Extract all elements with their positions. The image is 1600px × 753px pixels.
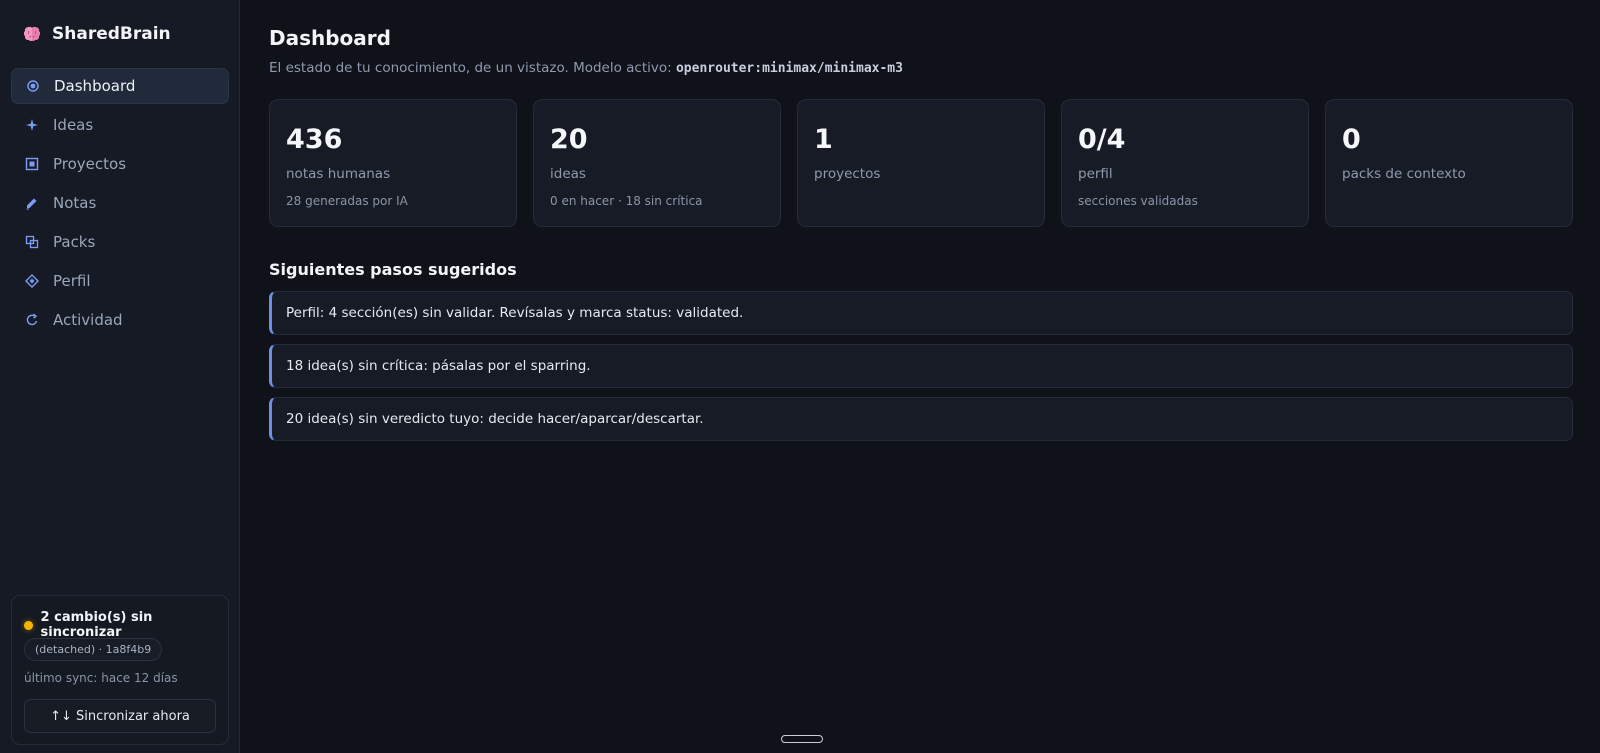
- subtitle-text: El estado de tu conocimiento, de un vist…: [269, 60, 676, 76]
- sync-panel: 2 cambio(s) sin sincronizar (detached) ·…: [11, 595, 229, 745]
- stat-card-proyectos[interactable]: 1 proyectos: [797, 99, 1045, 227]
- stat-value: 0/4: [1078, 124, 1126, 155]
- stat-value: 0: [1342, 124, 1361, 155]
- stat-label: proyectos: [814, 166, 881, 182]
- brand[interactable]: SharedBrain: [22, 22, 171, 46]
- sidebar-item-label: Proyectos: [53, 155, 127, 173]
- stat-card-perfil[interactable]: 0/4 perfil secciones validadas: [1061, 99, 1309, 227]
- next-step-item[interactable]: 18 idea(s) sin crítica: pásalas por el s…: [269, 344, 1573, 388]
- last-sync-text: último sync: hace 12 días: [24, 671, 178, 685]
- app-name: SharedBrain: [52, 24, 171, 44]
- sync-status-dot: [24, 620, 33, 630]
- sync-status-text: 2 cambio(s) sin sincronizar: [40, 610, 153, 640]
- sidebar-item-label: Packs: [53, 233, 96, 251]
- pencil-icon: [25, 196, 39, 210]
- sidebar-item-label: Actividad: [53, 311, 123, 329]
- packs-icon: [25, 235, 39, 249]
- sidebar-item-packs[interactable]: Packs: [11, 224, 229, 260]
- stat-value: 436: [286, 124, 343, 155]
- page-subtitle: El estado de tu conocimiento, de un vist…: [269, 60, 903, 76]
- sidebar-item-perfil[interactable]: Perfil: [11, 263, 229, 299]
- brain-icon: [23, 26, 41, 42]
- stat-label: perfil: [1078, 166, 1113, 182]
- sync-status: 2 cambio(s) sin sincronizar: [24, 610, 228, 640]
- stat-value: 1: [814, 124, 833, 155]
- branch-badge: (detached) · 1a8f4b9: [24, 638, 163, 661]
- next-step-item[interactable]: 20 idea(s) sin veredicto tuyo: decide ha…: [269, 397, 1573, 441]
- page-title: Dashboard: [269, 26, 391, 50]
- sidebar-item-label: Perfil: [53, 272, 91, 290]
- sparkle-icon: [25, 118, 39, 132]
- sidebar-item-dashboard[interactable]: Dashboard: [11, 68, 229, 104]
- active-model: openrouter:minimax/minimax-m3: [675, 61, 903, 76]
- sidebar-item-actividad[interactable]: Actividad: [11, 302, 229, 338]
- stat-card-ideas[interactable]: 20 ideas 0 en hacer · 18 sin crítica: [533, 99, 781, 227]
- stats-row: 436 notas humanas 28 generadas por IA 20…: [269, 99, 1573, 227]
- sidebar-item-proyectos[interactable]: Proyectos: [11, 146, 229, 182]
- sidebar-item-label: Dashboard: [54, 77, 136, 95]
- stat-card-packs[interactable]: 0 packs de contexto: [1325, 99, 1573, 227]
- stat-sub: secciones validadas: [1078, 194, 1198, 208]
- sidebar-item-ideas[interactable]: Ideas: [11, 107, 229, 143]
- next-steps-list: Perfil: 4 sección(es) sin validar. Revís…: [269, 291, 1573, 450]
- sidebar-item-label: Ideas: [53, 116, 94, 134]
- activity-refresh-icon: [25, 313, 39, 327]
- stat-sub: 28 generadas por IA: [286, 194, 408, 208]
- sidebar-item-notas[interactable]: Notas: [11, 185, 229, 221]
- sidebar: SharedBrain Dashboard Ideas Proyectos No…: [0, 0, 240, 753]
- project-square-icon: [25, 157, 39, 171]
- stat-label: ideas: [550, 166, 586, 182]
- next-step-item[interactable]: Perfil: 4 sección(es) sin validar. Revís…: [269, 291, 1573, 335]
- stat-label: packs de contexto: [1342, 166, 1466, 182]
- stat-label: notas humanas: [286, 166, 391, 182]
- sidebar-item-label: Notas: [53, 194, 97, 212]
- next-steps-title: Siguientes pasos sugeridos: [269, 260, 517, 279]
- dashboard-icon: [26, 79, 40, 93]
- sidebar-nav: Dashboard Ideas Proyectos Notas Packs Pe…: [11, 68, 229, 341]
- stat-value: 20: [550, 124, 588, 155]
- profile-diamond-icon: [25, 274, 39, 288]
- stat-card-notas[interactable]: 436 notas humanas 28 generadas por IA: [269, 99, 517, 227]
- stat-sub: 0 en hacer · 18 sin crítica: [550, 194, 703, 208]
- main-content: Dashboard El estado de tu conocimiento, …: [269, 0, 1573, 753]
- sync-now-button[interactable]: ↑↓ Sincronizar ahora: [24, 699, 216, 733]
- scroll-handle[interactable]: [781, 735, 823, 743]
